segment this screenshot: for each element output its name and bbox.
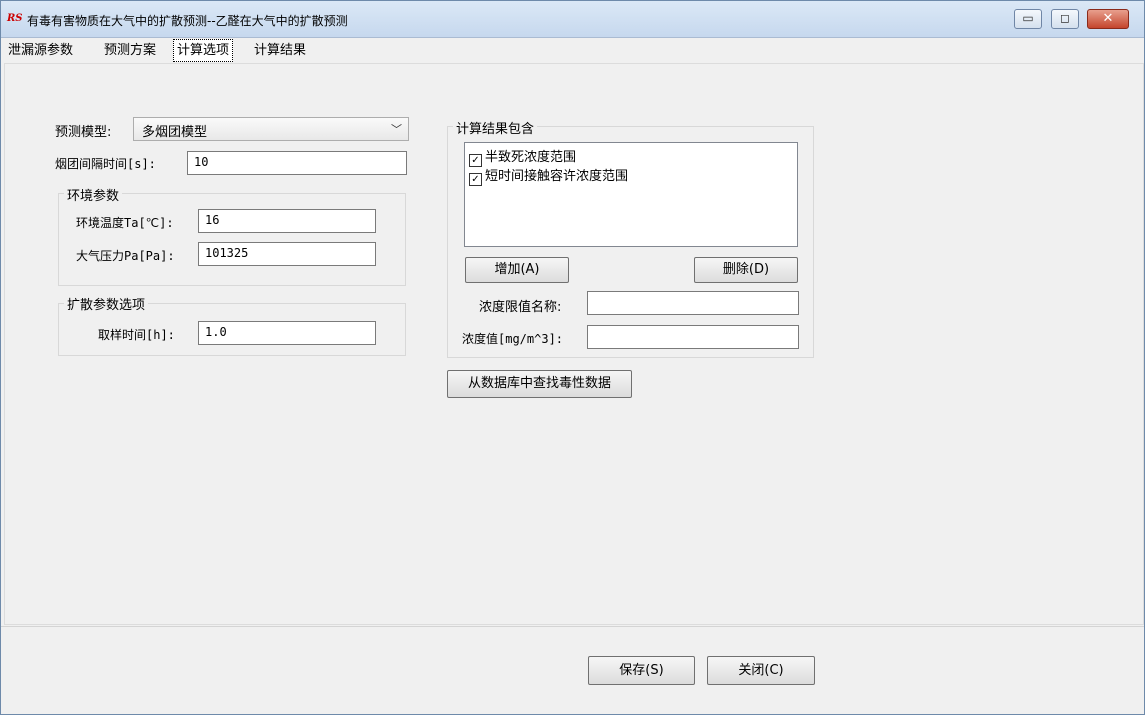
add-button[interactable]: 增加(A) bbox=[465, 257, 569, 283]
pressure-label: 大气压力Pa[Pa]: bbox=[76, 249, 175, 263]
concentration-label: 浓度值[mg/m^3]: bbox=[462, 332, 564, 346]
minimize-icon: ▭ bbox=[1022, 11, 1034, 25]
tab-forecast-plan[interactable]: 预测方案 bbox=[101, 41, 159, 60]
title-bar[interactable]: RS 有毒有害物质在大气中的扩散预测--乙醛在大气中的扩散预测 ▭ ◻ ✕ bbox=[1, 1, 1144, 38]
env-params-title: 环境参数 bbox=[64, 185, 123, 204]
list-item-label: 短时间接触容许浓度范围 bbox=[485, 169, 629, 184]
save-button[interactable]: 保存(S) bbox=[588, 656, 695, 685]
tab-leak-source[interactable]: 泄漏源参数 bbox=[5, 41, 76, 60]
list-item[interactable]: ✓ 短时间接触容许浓度范围 bbox=[469, 165, 628, 186]
maximize-button[interactable]: ◻ bbox=[1051, 9, 1079, 29]
minimize-button[interactable]: ▭ bbox=[1014, 9, 1042, 29]
model-label: 预测模型: bbox=[55, 125, 112, 140]
sample-time-input[interactable]: 1.0 bbox=[198, 321, 376, 345]
lookup-toxicity-button[interactable]: 从数据库中查找毒性数据 bbox=[447, 370, 632, 398]
list-item[interactable]: ✓ 半致死浓度范围 bbox=[469, 146, 576, 167]
concentration-input[interactable] bbox=[587, 325, 799, 349]
env-params-group bbox=[58, 193, 406, 286]
tab-bar: 泄漏源参数 预测方案 计算选项 计算结果 bbox=[1, 38, 1144, 62]
limit-name-label: 浓度限值名称: bbox=[479, 300, 562, 315]
app-window: RS 有毒有害物质在大气中的扩散预测--乙醛在大气中的扩散预测 ▭ ◻ ✕ 泄漏… bbox=[0, 0, 1145, 715]
results-include-title: 计算结果包含 bbox=[453, 118, 538, 137]
limit-name-input[interactable] bbox=[587, 291, 799, 315]
model-select[interactable]: 多烟团模型 ﹀ bbox=[133, 117, 409, 141]
results-listbox[interactable]: ✓ 半致死浓度范围 ✓ 短时间接触容许浓度范围 bbox=[464, 142, 798, 247]
chevron-down-icon: ﹀ bbox=[391, 123, 402, 136]
maximize-icon: ◻ bbox=[1060, 11, 1070, 25]
model-select-value: 多烟团模型 bbox=[142, 125, 208, 140]
tab-calc-results[interactable]: 计算结果 bbox=[251, 41, 309, 60]
delete-button[interactable]: 删除(D) bbox=[694, 257, 798, 283]
pressure-input[interactable]: 101325 bbox=[198, 242, 376, 266]
window-title: 有毒有害物质在大气中的扩散预测--乙醛在大气中的扩散预测 bbox=[27, 14, 348, 28]
close-button[interactable]: 关闭(C) bbox=[707, 656, 815, 685]
temp-input[interactable]: 16 bbox=[198, 209, 376, 233]
footer-divider bbox=[1, 626, 1144, 627]
interval-label: 烟团间隔时间[s]: bbox=[55, 157, 156, 171]
close-icon: ✕ bbox=[1102, 11, 1114, 26]
close-window-button[interactable]: ✕ bbox=[1087, 9, 1129, 29]
checkbox-checked-icon[interactable]: ✓ bbox=[469, 173, 482, 186]
app-icon: RS bbox=[7, 13, 23, 24]
list-item-label: 半致死浓度范围 bbox=[485, 150, 577, 165]
tab-calc-options[interactable]: 计算选项 bbox=[173, 39, 234, 62]
temp-label: 环境温度Ta[℃]: bbox=[76, 216, 174, 230]
diffusion-params-title: 扩散参数选项 bbox=[64, 294, 149, 313]
sample-time-label: 取样时间[h]: bbox=[98, 328, 175, 342]
interval-input[interactable]: 10 bbox=[187, 151, 407, 175]
